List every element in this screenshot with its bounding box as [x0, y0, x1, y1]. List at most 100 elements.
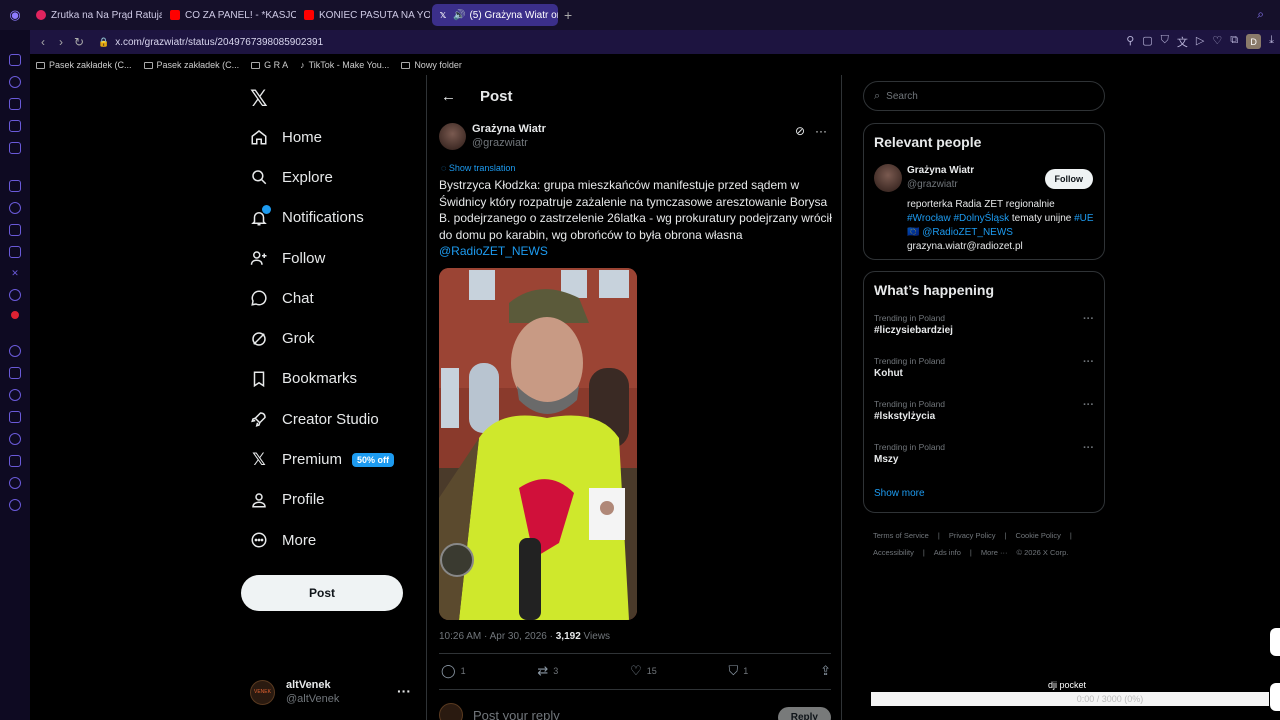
browser-tab-active[interactable]: 𝕏 🔊(5) Grażyna Wiatr on X: [432, 4, 558, 26]
author-handle[interactable]: @grazwiatr: [472, 136, 546, 150]
reply-button[interactable]: Reply: [777, 707, 831, 720]
nav-home[interactable]: Home: [250, 117, 394, 157]
twitch-icon[interactable]: [9, 180, 21, 192]
x-logo-icon[interactable]: 𝕏: [250, 86, 268, 112]
footer-link[interactable]: Privacy Policy: [949, 531, 996, 540]
nav-more[interactable]: More: [250, 520, 394, 560]
bookmark-folder[interactable]: Nowy folder: [401, 60, 462, 70]
overlay-edge-button[interactable]: [1270, 628, 1280, 656]
pin-icon[interactable]: ⚲: [1126, 34, 1134, 50]
sidebar-app-icon[interactable]: [9, 477, 21, 489]
shield-icon[interactable]: ⛉: [1161, 34, 1169, 50]
url-field[interactable]: 🔒 x.com/grazwiatr/status/2049767398085902…: [98, 37, 323, 48]
bookmark-link[interactable]: ♪ TikTok - Make You...: [300, 60, 389, 70]
mention-link[interactable]: @RadioZET_NEWS: [439, 244, 548, 258]
footer-link[interactable]: Cookie Policy: [1015, 531, 1060, 540]
more-dots-icon[interactable]: ···: [1083, 442, 1094, 454]
sidebar-app-icon[interactable]: [9, 98, 21, 110]
repost-action[interactable]: ⇄ 3: [537, 663, 558, 679]
downloads-icon[interactable]: [9, 455, 21, 467]
account-switcher[interactable]: VENEK altVenek @altVenek ···: [250, 677, 415, 707]
more-dots-icon[interactable]: ···: [815, 124, 827, 138]
post-author[interactable]: Grażyna Wiatr @grazwiatr: [439, 122, 546, 150]
history-icon[interactable]: [9, 433, 21, 445]
grok-icon[interactable]: ⊘: [795, 124, 805, 138]
nav-notifications[interactable]: Notifications: [250, 198, 394, 238]
extensions-icon[interactable]: ⧉: [1230, 34, 1238, 50]
post-video[interactable]: [439, 268, 637, 620]
nav-profile[interactable]: Profile: [250, 480, 394, 520]
more-dots-icon[interactable]: ···: [1083, 313, 1094, 325]
overlay-edge-button[interactable]: [1270, 683, 1280, 711]
browser-menu-icon[interactable]: ◉: [0, 0, 30, 30]
nav-creator-studio[interactable]: Creator Studio: [250, 399, 394, 439]
telegram-icon[interactable]: [9, 289, 21, 301]
post-timestamp[interactable]: 10:26 AM · Apr 30, 2026 ·: [439, 631, 556, 642]
hashtag-link[interactable]: #Wrocław #DolnyŚląsk: [907, 213, 1009, 224]
bookmark-folder[interactable]: G R A: [251, 60, 288, 70]
show-more-link[interactable]: Show more: [874, 488, 925, 499]
author-name[interactable]: Grażyna Wiatr: [472, 122, 546, 136]
player-icon[interactable]: [9, 367, 21, 379]
footer-link[interactable]: Accessibility: [873, 548, 914, 557]
share-action[interactable]: ⇪: [820, 663, 831, 679]
nav-explore[interactable]: Explore: [250, 157, 394, 197]
nav-premium[interactable]: 𝕏 Premium 50% off: [250, 439, 395, 479]
sidebar-app-icon[interactable]: [9, 120, 21, 132]
footer-link[interactable]: Ads info: [934, 548, 961, 557]
heart-sidebar-icon[interactable]: [9, 389, 21, 401]
trend-item[interactable]: Trending in Poland #lskstylżycia ···: [874, 399, 1096, 422]
translate-icon[interactable]: 文: [1177, 34, 1188, 50]
sidebar-app-icon[interactable]: [9, 142, 21, 154]
avatar[interactable]: [439, 122, 466, 150]
sidebar-app-icon[interactable]: [11, 311, 19, 319]
more-dots-icon[interactable]: ···: [1083, 356, 1094, 368]
browser-tab[interactable]: KONIEC PASUTA NA YOU: [298, 4, 430, 26]
x-sidebar-icon[interactable]: ✕: [11, 268, 19, 279]
instagram-icon[interactable]: [9, 246, 21, 258]
avatar[interactable]: [874, 164, 902, 192]
footer-link[interactable]: Terms of Service: [873, 531, 929, 540]
nav-chat[interactable]: Chat: [250, 278, 394, 318]
nav-grok[interactable]: Grok: [250, 318, 394, 358]
sidebar-app-icon[interactable]: [9, 411, 21, 423]
nav-bookmarks[interactable]: Bookmarks: [250, 359, 394, 399]
reload-button[interactable]: ↻: [70, 35, 88, 49]
trend-item[interactable]: Trending in Poland Kohut ···: [874, 356, 1096, 379]
sidebar-app-icon[interactable]: [9, 345, 21, 357]
sidebar-app-icon[interactable]: [9, 76, 21, 88]
download-icon[interactable]: ⤓: [1269, 34, 1274, 50]
sidebar-app-icon[interactable]: [9, 54, 21, 66]
reply-input[interactable]: Post your reply: [473, 708, 560, 720]
messenger-icon[interactable]: [9, 202, 21, 214]
compose-post-button[interactable]: Post: [241, 575, 403, 611]
settings-icon[interactable]: [9, 499, 21, 511]
relevant-person[interactable]: Grażyna Wiatr @grazwiatr: [874, 164, 974, 192]
bookmark-folder[interactable]: Pasek zakładek (C...: [143, 60, 239, 70]
heart-icon[interactable]: ♡: [1212, 34, 1222, 50]
more-dots-icon[interactable]: ···: [397, 683, 411, 699]
back-button[interactable]: ‹: [34, 35, 52, 49]
screenshot-icon[interactable]: ▢: [1142, 34, 1152, 50]
tab-search-icon[interactable]: ⌕: [1257, 7, 1264, 22]
bookmark-folder[interactable]: Pasek zakładek (C...: [36, 60, 132, 70]
trend-item[interactable]: Trending in Poland Mszy ···: [874, 442, 1096, 465]
like-action[interactable]: ♡ 15: [630, 663, 657, 679]
back-arrow-icon[interactable]: ←: [441, 88, 456, 105]
trend-item[interactable]: Trending in Poland #liczysiebardziej ···: [874, 313, 1096, 336]
more-dots-icon[interactable]: ···: [1083, 399, 1094, 411]
person-handle[interactable]: @grazwiatr: [907, 178, 974, 192]
nav-follow[interactable]: Follow: [250, 238, 394, 278]
footer-link[interactable]: More ···: [981, 548, 1008, 557]
profile-avatar[interactable]: D: [1246, 34, 1262, 49]
person-name[interactable]: Grażyna Wiatr: [907, 164, 974, 178]
play-icon[interactable]: ▷: [1196, 34, 1204, 50]
bookmark-action[interactable]: ⛉ 1: [729, 663, 749, 679]
follow-button[interactable]: Follow: [1044, 169, 1093, 189]
browser-tab[interactable]: CO ZA PANEL! - *KASJO: [164, 4, 296, 26]
forward-button[interactable]: ›: [52, 35, 70, 49]
reply-action[interactable]: ◯ 1: [441, 663, 466, 679]
search-input[interactable]: ⌕ Search: [863, 81, 1105, 111]
show-translation-link[interactable]: ◌ Show translation: [441, 163, 515, 173]
browser-tab[interactable]: Zrutka na Na Prąd Ratują: [30, 4, 162, 26]
